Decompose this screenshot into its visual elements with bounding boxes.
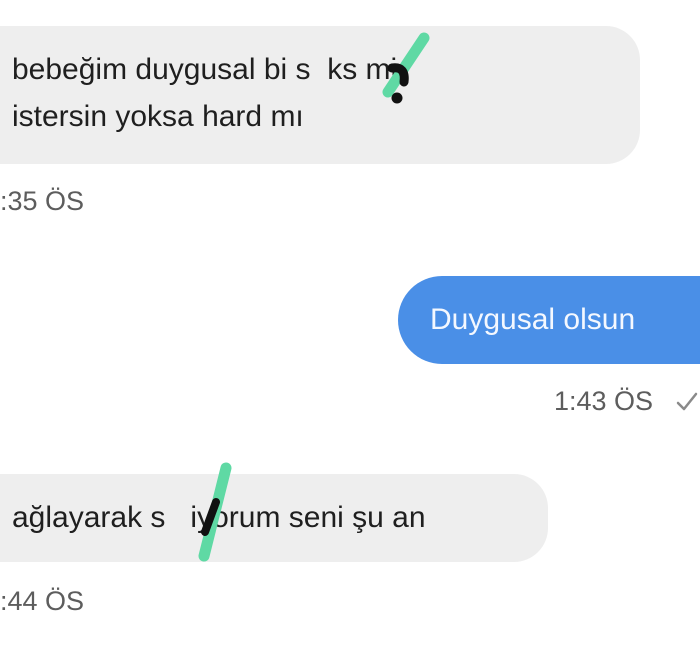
outgoing-message-bubble[interactable]: Duygusal olsun [398, 276, 700, 364]
message-timestamp: :44 ÖS [0, 586, 85, 616]
message-text-line: Duygusal olsun [430, 303, 636, 336]
message-text-line: ağlayarak s iyorum seni şu an [12, 501, 426, 534]
incoming-message-bubble[interactable]: ağlayarak s iyorum seni şu an [0, 474, 548, 562]
check-icon [676, 392, 698, 411]
message-timestamp: :35 ÖS [0, 186, 85, 216]
incoming-message-bubble[interactable]: bebeğim duygusal bi s ks mi istersin yok… [0, 26, 640, 164]
message-text-line: istersin yoksa hard mı [12, 100, 304, 133]
message-text-line: bebeğim duygusal bi s ks mi [12, 53, 398, 86]
message-timestamp: 1:43 ÖS [554, 386, 654, 416]
